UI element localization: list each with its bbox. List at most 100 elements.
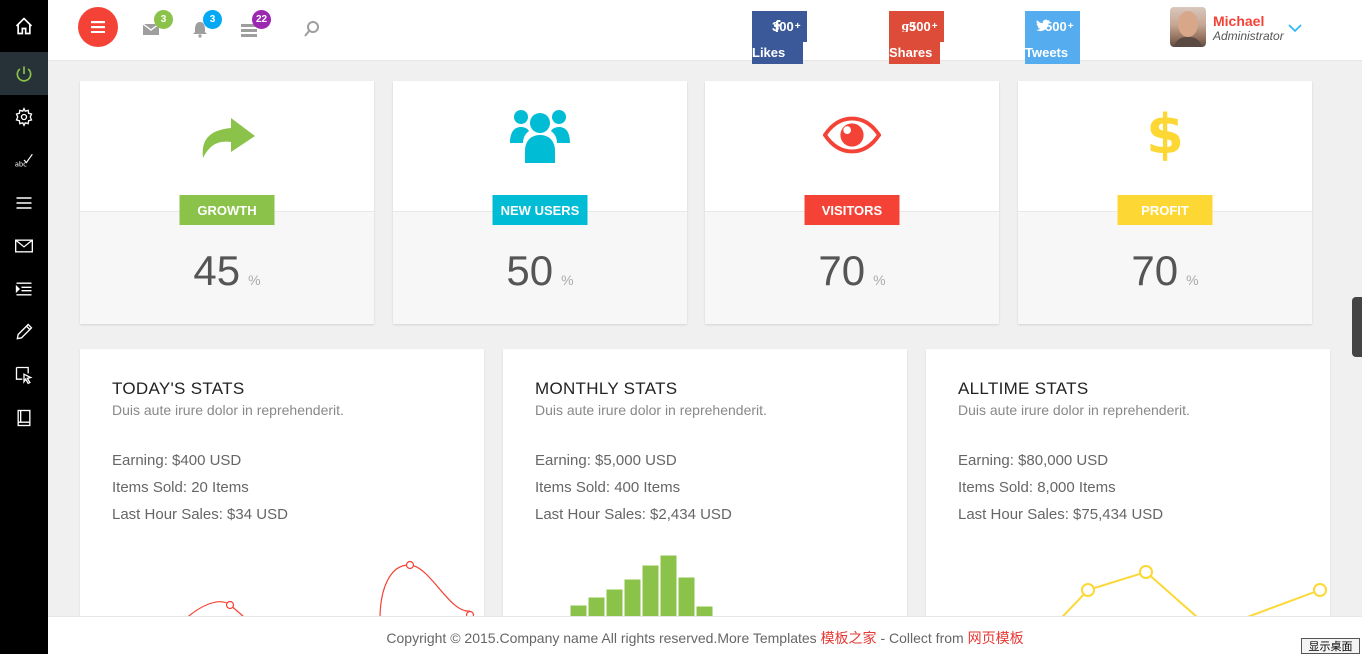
sidebar-item-spellcheck[interactable]: abc	[0, 138, 48, 181]
monthly-stats-panel: MONTHLY STATS Duis aute irure dolor in r…	[503, 349, 907, 619]
panel-subtitle: Duis aute irure dolor in reprehenderit.	[958, 402, 1190, 418]
svg-text:g+: g+	[902, 20, 916, 32]
messages-badge: 3	[154, 10, 173, 29]
stat-card-growth: GROWTH 45%	[80, 81, 374, 324]
sidebar-item-indent-list[interactable]	[0, 267, 48, 310]
panel-subtitle: Duis aute irure dolor in reprehenderit.	[535, 402, 767, 418]
twitter-count-plus: +	[1067, 21, 1074, 32]
indent-list-icon	[15, 282, 32, 295]
items-sold-line: Items Sold: 8,000 Items	[958, 479, 1116, 496]
stat-label: VISITORS	[804, 195, 900, 225]
stat-number: 50	[506, 247, 554, 294]
facebook-icon	[774, 20, 781, 32]
stat-unit: %	[873, 272, 886, 288]
stat-number: 45	[193, 247, 241, 294]
panel-title: TODAY'S STATS	[112, 379, 245, 398]
googleplus-icon: g+	[902, 20, 916, 32]
notifications-badge: 3	[203, 10, 222, 29]
sidebar-item-mail[interactable]	[0, 224, 48, 267]
search-button[interactable]	[303, 20, 321, 38]
stat-label: PROFIT	[1117, 195, 1213, 225]
stat-value: 50%	[393, 247, 687, 295]
googleplus-shares[interactable]: 500 + Shares g+	[889, 11, 944, 64]
templates-link[interactable]: 模板之家	[821, 630, 877, 646]
power-icon	[16, 66, 32, 82]
copyright-text: Copyright © 2015.Company name All rights…	[386, 630, 821, 646]
scroll-handle[interactable]	[1352, 297, 1362, 357]
sparkline-red	[184, 560, 475, 619]
sidebar-item-power[interactable]	[0, 52, 48, 95]
avatar	[1170, 7, 1206, 47]
last-hour-sales-line: Last Hour Sales: $2,434 USD	[535, 506, 732, 523]
earning-line: Earning: $400 USD	[112, 452, 242, 469]
twitter-icon	[1036, 19, 1050, 32]
last-hour-sales-line: Last Hour Sales: $75,434 USD	[958, 506, 1164, 523]
menu-toggle-button[interactable]	[78, 7, 118, 47]
panel-title: ALLTIME STATS	[958, 379, 1089, 398]
notifications-button[interactable]: 3	[191, 10, 222, 38]
stat-number: 70	[1131, 247, 1179, 294]
stat-label: NEW USERS	[492, 195, 588, 225]
stat-number: 70	[818, 247, 866, 294]
messages-button[interactable]: 3	[142, 10, 173, 38]
sidebar-item-home[interactable]	[0, 0, 48, 52]
earning-line: Earning: $5,000 USD	[535, 452, 677, 469]
stat-value: 70%	[1018, 247, 1312, 295]
user-name: Michael	[1213, 13, 1265, 29]
sidebar-item-settings[interactable]	[0, 95, 48, 138]
stat-label: GROWTH	[179, 195, 275, 225]
top-bar: 3 3 22 300 + Likes 500 + Shares g+ 500 + Tw…	[48, 0, 1362, 64]
chevron-down-icon[interactable]	[1288, 23, 1302, 33]
footer: Copyright © 2015.Company name All rights…	[48, 616, 1362, 654]
home-icon	[15, 17, 33, 35]
stat-unit: %	[561, 272, 574, 288]
stat-unit: %	[248, 272, 261, 288]
bar-sparkline-green	[569, 554, 714, 619]
sidebar-item-list[interactable]	[0, 181, 48, 224]
facebook-likes[interactable]: 300 + Likes	[752, 11, 807, 64]
alltime-stats-panel: ALLTIME STATS Duis aute irure dolor in r…	[926, 349, 1330, 619]
eye-icon	[819, 107, 885, 163]
mail-icon	[15, 239, 33, 252]
user-menu[interactable]: Michael Administrator	[1170, 5, 1320, 47]
facebook-label: Likes	[752, 42, 803, 64]
sidebar-item-book[interactable]	[0, 396, 48, 439]
svg-text:$: $	[1147, 107, 1183, 163]
show-desktop-button[interactable]: 显示桌面	[1301, 638, 1360, 654]
panel-title: MONTHLY STATS	[535, 379, 678, 398]
pencil-icon	[16, 323, 33, 340]
list-icon	[16, 196, 32, 209]
hamburger-icon	[91, 21, 105, 33]
cursor-select-icon	[15, 366, 33, 384]
items-sold-line: Items Sold: 400 Items	[535, 479, 681, 496]
tasks-button[interactable]: 22	[240, 10, 272, 38]
twitter-label: Tweets	[1025, 42, 1080, 64]
stat-card-new-users: NEW USERS 50%	[393, 81, 687, 324]
user-role: Administrator	[1213, 29, 1284, 43]
items-sold-line: Items Sold: 20 Items	[112, 479, 249, 496]
search-icon	[304, 21, 319, 37]
stat-unit: %	[1186, 272, 1199, 288]
web-templates-link[interactable]: 网页模板	[968, 630, 1024, 646]
sidebar-item-select[interactable]	[0, 353, 48, 396]
stat-card-profit: $ PROFIT 70%	[1018, 81, 1312, 324]
book-icon	[17, 409, 31, 426]
stat-value: 70%	[705, 247, 999, 295]
users-icon	[507, 107, 573, 163]
stat-card-visitors: VISITORS 70%	[705, 81, 999, 324]
facebook-count-plus: +	[794, 21, 801, 32]
share-arrow-icon	[194, 107, 260, 163]
gear-icon	[15, 106, 33, 127]
earning-line: Earning: $80,000 USD	[958, 452, 1109, 469]
googleplus-count-plus: +	[931, 21, 938, 32]
stat-value: 45%	[80, 247, 374, 295]
sparkline-yellow	[1058, 565, 1327, 619]
twitter-tweets[interactable]: 500 + Tweets	[1025, 11, 1080, 64]
tasks-badge: 22	[252, 10, 272, 29]
googleplus-label: Shares	[889, 42, 940, 64]
sidebar: abc	[0, 0, 48, 654]
collect-from-text: - Collect from	[876, 630, 968, 646]
spellcheck-icon: abc	[15, 153, 33, 168]
sidebar-item-edit[interactable]	[0, 310, 48, 353]
last-hour-sales-line: Last Hour Sales: $34 USD	[112, 506, 288, 523]
